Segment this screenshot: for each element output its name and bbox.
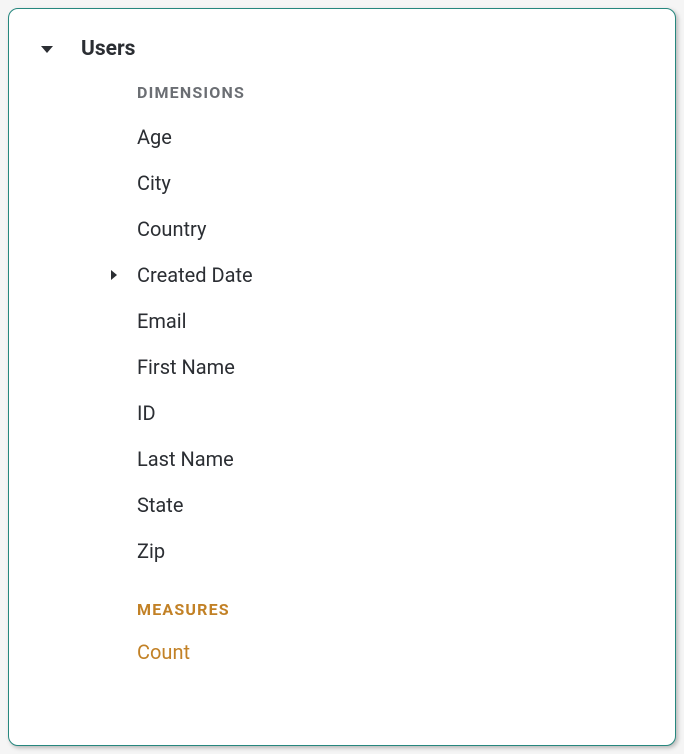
field-label: Last Name [137,447,234,471]
field-zip[interactable]: Zip [9,528,675,574]
measures-section-header: MEASURES [9,600,675,619]
field-id[interactable]: ID [9,390,675,436]
dimensions-section-header: DIMENSIONS [9,83,675,102]
field-label: Email [137,309,187,333]
field-count[interactable]: Count [9,629,675,675]
field-last-name[interactable]: Last Name [9,436,675,482]
field-label: First Name [137,355,235,379]
field-label: Age [137,125,172,149]
field-label: ID [137,401,156,425]
view-header-users[interactable]: Users [9,37,675,61]
field-label: Zip [137,539,165,563]
field-email[interactable]: Email [9,298,675,344]
field-state[interactable]: State [9,482,675,528]
field-age[interactable]: Age [9,114,675,160]
field-country[interactable]: Country [9,206,675,252]
collapse-arrow-icon [41,46,53,53]
field-label: State [137,493,183,517]
field-picker-panel: Users DIMENSIONS Age City Country Create… [8,8,676,746]
field-label: City [137,171,171,195]
expand-arrow-icon [107,270,121,280]
field-created-date[interactable]: Created Date [9,252,675,298]
field-label: Count [137,640,190,664]
field-label: Created Date [137,263,253,287]
field-city[interactable]: City [9,160,675,206]
view-title: Users [81,37,135,61]
field-first-name[interactable]: First Name [9,344,675,390]
field-label: Country [137,217,206,241]
